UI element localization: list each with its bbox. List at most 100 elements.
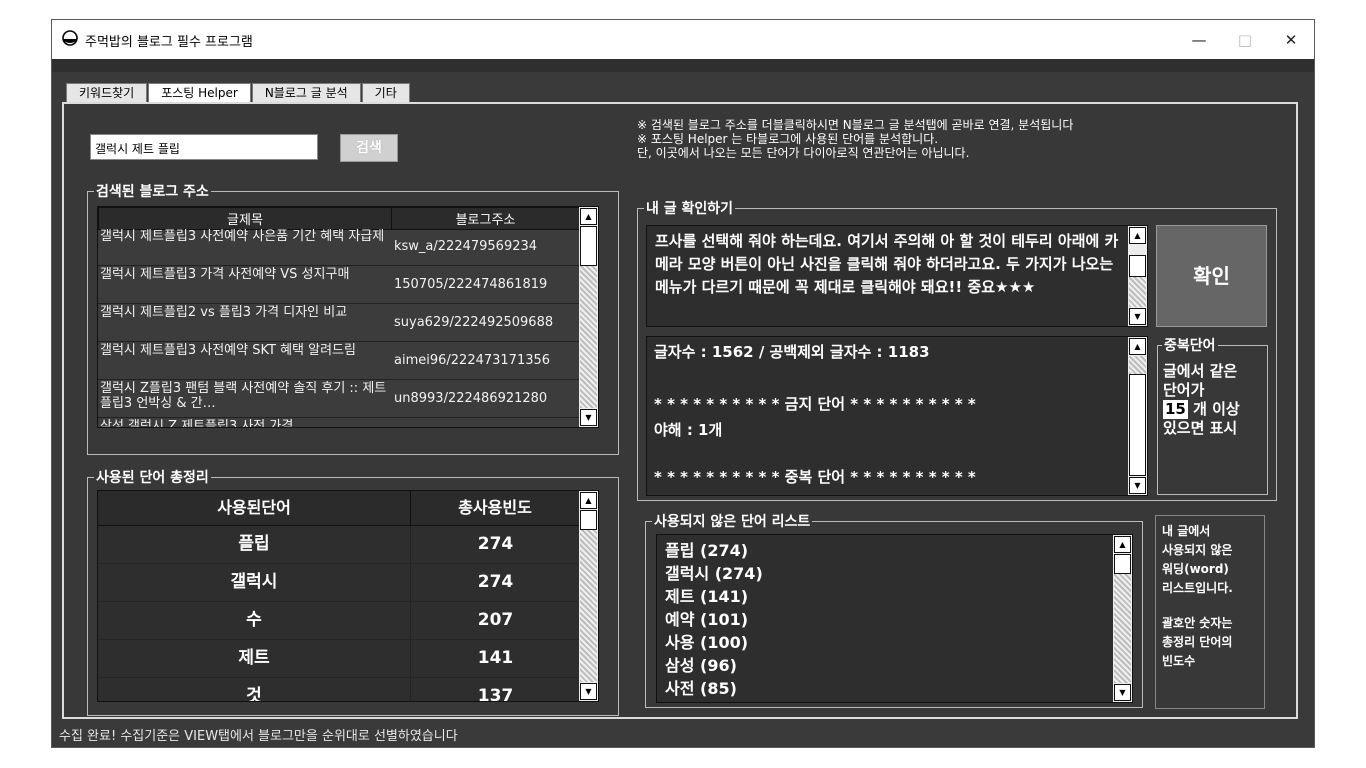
table-row[interactable]: 갤럭시 274 <box>98 564 580 602</box>
list-item[interactable]: 예약 (101) <box>665 608 763 631</box>
list-item[interactable]: 삼성 (96) <box>665 654 763 677</box>
scroll-up-icon[interactable]: ▲ <box>580 492 597 509</box>
scroll-thumb[interactable] <box>1129 374 1146 476</box>
table-row[interactable]: 제트 141 <box>98 640 580 678</box>
table-row[interactable]: 갤럭시 제트플립3 사전예약 SKT 혜택 알려드림 aimei96/222473… <box>98 342 580 380</box>
list-item[interactable]: 사전 (85) <box>665 677 763 700</box>
scroll-track[interactable] <box>1129 356 1146 374</box>
word-cell: 제트 <box>98 640 411 677</box>
scroll-up-icon[interactable]: ▲ <box>1129 227 1146 244</box>
table-row[interactable]: 갤럭시 제트플립3 사전예약 사은품 기간 혜택 자급제 ksw_a/222479… <box>98 228 580 266</box>
frequency-cell: 141 <box>477 648 514 668</box>
blog-title-cell: 갤럭시 제트플립3 가격 사전예약 VS 성지구매 <box>100 267 350 282</box>
scroll-down-icon[interactable]: ▼ <box>580 683 597 700</box>
my-post-scrollbar[interactable]: ▲ ▼ <box>1128 226 1147 326</box>
search-input[interactable]: 갤럭시 제트 플립 <box>90 134 318 160</box>
analysis-scrollbar[interactable]: ▲ ▼ <box>1128 337 1147 495</box>
table-row[interactable]: 플립 274 <box>98 526 580 564</box>
blog-list-scrollbar[interactable]: ▲ ▼ <box>579 207 598 427</box>
unused-items: 플립 (274) 갤럭시 (274) 제트 (141) 예약 (101) 사용 (100… <box>665 539 763 700</box>
duplicate-word-group: 중복단어 글에서 같은 단어가 15 개 이상 있으면 표시 <box>1157 335 1268 495</box>
scroll-up-icon[interactable]: ▲ <box>580 208 597 225</box>
scroll-track[interactable] <box>580 266 597 408</box>
tab-etc[interactable]: 기타 <box>361 83 410 102</box>
scroll-track[interactable] <box>580 530 597 682</box>
scroll-down-icon[interactable]: ▼ <box>1114 684 1131 701</box>
word-cell: 수 <box>98 602 411 639</box>
tab-keyword-search[interactable]: 키워드찾기 <box>66 83 148 102</box>
blog-rows: 갤럭시 제트플립3 사전예약 사은품 기간 혜택 자급제 ksw_a/222479… <box>98 228 580 427</box>
tab-nblog-analysis[interactable]: N블로그 글 분석 <box>251 83 361 102</box>
confirm-button[interactable]: 확인 <box>1156 225 1267 327</box>
dup-text: 글에서 같은 <box>1163 362 1238 380</box>
list-item[interactable]: 제트 (141) <box>665 585 763 608</box>
help-line: 내 글에서 <box>1162 524 1211 538</box>
scroll-thumb[interactable] <box>580 226 597 266</box>
frequency-cell: 274 <box>477 534 514 554</box>
group-title: 검색된 블로그 주소 <box>94 181 211 201</box>
help-line: 총정리 단어의 <box>1162 635 1233 649</box>
scroll-down-icon[interactable]: ▼ <box>1129 477 1146 494</box>
column-header-frequency[interactable]: 총사용빈도 <box>411 491 580 525</box>
minimize-button[interactable]: — <box>1176 20 1222 59</box>
my-post-textarea[interactable]: 프사를 선택해 줘야 하는데요. 여기서 주의해 아 할 것이 테두리 아래에 … <box>646 225 1148 327</box>
scroll-thumb[interactable] <box>1129 255 1146 277</box>
searched-blogs-group: 검색된 블로그 주소 글제목 블로그주소 갤럭시 제트플립3 사전예약 사은품 … <box>87 181 619 455</box>
word-cell: 플립 <box>98 526 411 563</box>
scroll-thumb[interactable] <box>1114 554 1131 574</box>
column-header-address[interactable]: 블로그주소 <box>391 207 580 230</box>
blog-title-cell: 갤럭시 제트플립3 사전예약 사은품 기간 혜택 자급제 <box>100 229 385 244</box>
dup-threshold-input[interactable]: 15 <box>1163 400 1188 419</box>
scroll-thumb[interactable] <box>580 510 597 530</box>
word-rows: 사용된단어 총사용빈도 플립 274 갤럭시 274 수 207 제트 141 것 137 <box>98 491 580 702</box>
post-analysis-box[interactable]: 글자수 : 1562 / 공백제외 글자수 : 1183 * * * * * *… <box>646 336 1148 496</box>
blog-address-cell: suya629/222492509688 <box>394 315 554 330</box>
scroll-track[interactable] <box>1129 277 1146 307</box>
status-bar: 수집 완료! 수집기준은 VIEW탭에서 블로그만을 순위대로 선별하였습니다 <box>59 729 458 744</box>
table-row[interactable]: 삼성 갤럭시 Z 제트플립3 사전 가격 <box>98 418 580 427</box>
dup-text: 개 이상 <box>1193 400 1240 418</box>
unused-words-list[interactable]: 플립 (274) 갤럭시 (274) 제트 (141) 예약 (101) 사용 (100… <box>656 534 1133 703</box>
dup-description: 글에서 같은 단어가 15 개 이상 있으면 표시 <box>1163 362 1240 438</box>
blog-title-cell: 갤럭시 제트플립3 사전예약 SKT 혜택 알려드림 <box>100 343 356 358</box>
dup-text: 있으면 표시 <box>1163 419 1238 437</box>
help-text: 내 글에서 사용되지 않은 워딩(word) 리스트입니다. 괄호안 숫자는 총… <box>1162 522 1233 671</box>
group-title: 사용되지 않은 단어 리스트 <box>652 511 813 531</box>
help-line: 워딩(word) <box>1162 562 1229 576</box>
maximize-button[interactable]: □ <box>1222 20 1268 59</box>
scroll-up-icon[interactable]: ▲ <box>1114 536 1131 553</box>
unused-list-scrollbar[interactable]: ▲ ▼ <box>1113 535 1132 702</box>
dup-threshold-row: 15 개 이상 <box>1163 400 1240 419</box>
frequency-cell: 137 <box>477 686 514 702</box>
table-row[interactable]: 것 137 <box>98 678 580 702</box>
search-button[interactable]: 검색 <box>340 134 398 162</box>
list-item[interactable]: 사용 (100) <box>665 631 763 654</box>
help-line: 괄호안 숫자는 <box>1162 616 1233 630</box>
frequency-cell: 207 <box>477 610 514 630</box>
word-table-scrollbar[interactable]: ▲ ▼ <box>579 491 598 701</box>
posting-helper-page: 갤럭시 제트 플립 검색 ※ 검색된 블로그 주소를 더블클릭하시면 N블로그 … <box>62 102 1298 719</box>
table-row[interactable]: 수 207 <box>98 602 580 640</box>
table-row[interactable]: 갤럭시 제트플립2 vs 플립3 가격 디자인 비교 suya629/222492… <box>98 304 580 342</box>
blog-address-cell: ksw_a/222479569234 <box>394 239 538 254</box>
word-table-header: 사용된단어 총사용빈도 <box>98 491 580 526</box>
blog-list[interactable]: 글제목 블로그주소 갤럭시 제트플립3 사전예약 사은품 기간 혜택 자급제 ks… <box>97 206 599 428</box>
tab-posting-helper[interactable]: 포스팅 Helper <box>148 83 251 102</box>
list-item[interactable]: 갤럭시 (274) <box>665 562 763 585</box>
blog-title-cell: 갤럭시 제트플립2 vs 플립3 가격 디자인 비교 <box>100 305 348 320</box>
word-summary-table[interactable]: 사용된단어 총사용빈도 플립 274 갤럭시 274 수 207 제트 141 것 137 ▲ ▼ <box>97 490 599 702</box>
scroll-up-icon[interactable]: ▲ <box>1129 338 1146 355</box>
column-header-word[interactable]: 사용된단어 <box>98 491 411 525</box>
table-row[interactable]: 갤럭시 Z플립3 팬텀 블랙 사전예약 솔직 후기 :: 제트플립3 언박싱 &… <box>98 380 580 418</box>
banned-words-header: * * * * * * * * * * 금지 단어 * * * * * * * … <box>654 395 976 413</box>
used-words-group: 사용된 단어 총정리 사용된단어 총사용빈도 플립 274 갤럭시 274 수 207 제트 14… <box>87 467 619 716</box>
list-item[interactable]: 플립 (274) <box>665 539 763 562</box>
close-button[interactable]: ✕ <box>1268 20 1314 59</box>
table-row[interactable]: 갤럭시 제트플립3 가격 사전예약 VS 성지구매 150705/22247486… <box>98 266 580 304</box>
info-notes: ※ 검색된 블로그 주소를 더블클릭하시면 N블로그 글 분석탭에 곧바로 연결… <box>637 118 1073 160</box>
scroll-track[interactable] <box>1114 574 1131 683</box>
app-window: 주먹밥의 블로그 필수 프로그램 — □ ✕ 키워드찾기 포스팅 Helper … <box>51 19 1315 748</box>
scroll-down-icon[interactable]: ▼ <box>1129 308 1146 325</box>
scroll-down-icon[interactable]: ▼ <box>580 409 597 426</box>
column-header-title[interactable]: 글제목 <box>98 207 392 230</box>
